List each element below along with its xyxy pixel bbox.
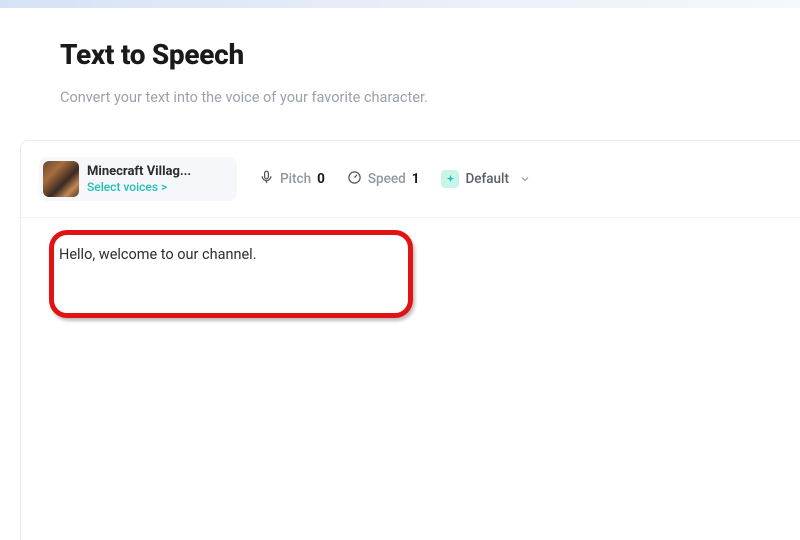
page-title: Text to Speech (60, 38, 740, 71)
gauge-icon (347, 170, 362, 189)
sparkle-icon (441, 170, 459, 188)
toolbar: Minecraft Villag... Select voices > Pitc… (21, 141, 800, 218)
pitch-value: 0 (317, 171, 325, 187)
preset-dropdown[interactable]: Default (441, 170, 531, 189)
voice-name: Minecraft Villag... (87, 164, 191, 179)
speed-control[interactable]: Speed 1 (347, 170, 420, 189)
text-editor-area: Hello, welcome to our channel. (21, 218, 800, 294)
select-voices-link[interactable]: Select voices > (87, 180, 191, 194)
top-gradient-bar (0, 0, 800, 8)
voice-selector[interactable]: Minecraft Villag... Select voices > (39, 157, 237, 201)
chevron-down-icon (519, 170, 531, 189)
speed-label: Speed (368, 171, 406, 187)
main-panel: Minecraft Villag... Select voices > Pitc… (20, 140, 800, 540)
pitch-control[interactable]: Pitch 0 (259, 170, 325, 189)
page-subtitle: Convert your text into the voice of your… (60, 89, 740, 106)
preset-label: Default (465, 171, 509, 187)
voice-avatar (43, 161, 79, 197)
voice-info: Minecraft Villag... Select voices > (87, 164, 191, 194)
page-header: Text to Speech Convert your text into th… (0, 0, 800, 106)
microphone-icon (259, 170, 274, 189)
speed-value: 1 (412, 171, 420, 187)
text-input[interactable]: Hello, welcome to our channel. (49, 230, 381, 294)
pitch-label: Pitch (280, 171, 311, 187)
